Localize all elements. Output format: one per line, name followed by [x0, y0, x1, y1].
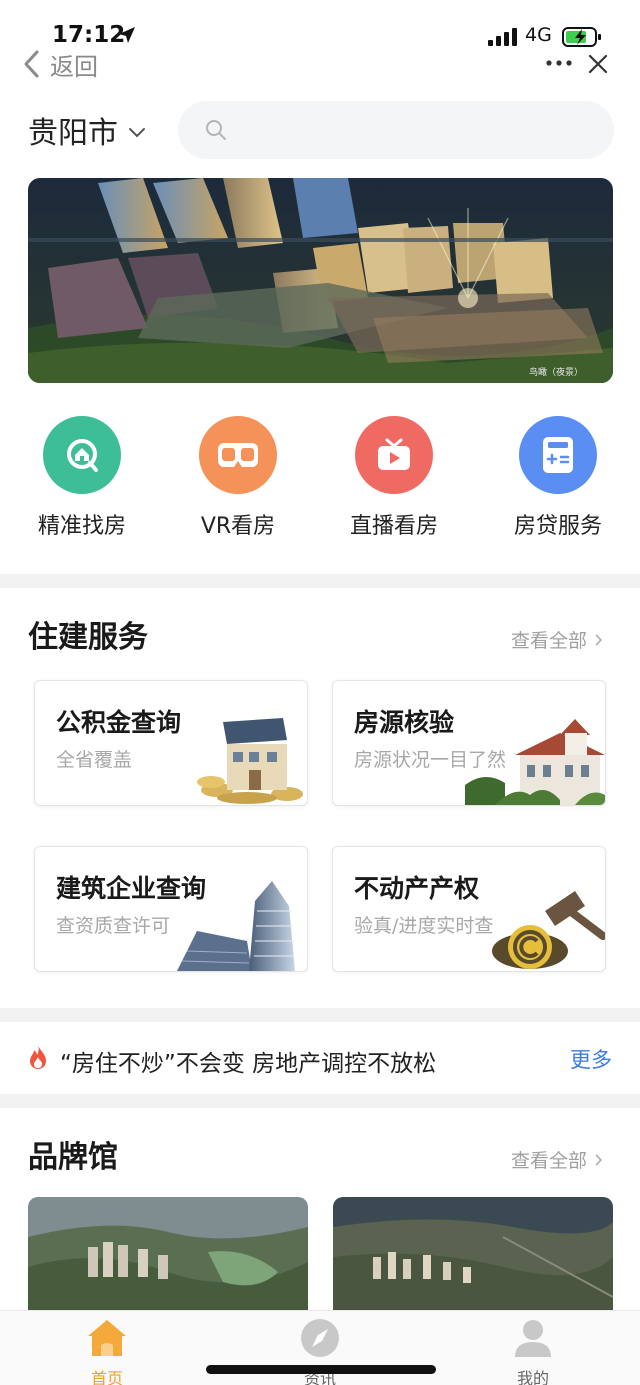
house-search-icon [43, 416, 121, 494]
view-all-label: 查看全部 [511, 630, 588, 652]
card-title: 公积金查询 [56, 708, 182, 737]
quick-entry-loan[interactable]: 房贷服务 [483, 416, 633, 540]
tab-label: 我的 [516, 1369, 549, 1385]
brand-project-photo[interactable] [333, 1197, 613, 1317]
city-name: 贵阳市 [28, 116, 118, 151]
battery-charging-icon [562, 27, 601, 47]
card-listing-verification[interactable]: 房源核验 房源状况一目了然 [332, 680, 606, 806]
quick-entry-label: 房贷服务 [513, 514, 602, 539]
location-arrow-icon [119, 27, 135, 43]
villa-image [465, 719, 605, 805]
card-title: 房源核验 [354, 708, 455, 737]
tab-profile[interactable]: 我的 [478, 1317, 588, 1385]
close-icon[interactable] [586, 52, 610, 76]
search-input[interactable] [242, 111, 592, 149]
search-bar[interactable] [178, 101, 614, 159]
chevron-right-icon [595, 633, 603, 646]
quick-entry-precise-search[interactable]: 精准找房 [7, 416, 157, 540]
tab-label: 首页 [90, 1369, 123, 1385]
signal-icon [488, 28, 517, 46]
status-time: 17:12 [52, 22, 126, 48]
section-title-brand: 品牌馆 [28, 1140, 118, 1175]
section-divider [0, 574, 640, 588]
view-all-label: 查看全部 [511, 1150, 588, 1172]
chevron-down-icon [129, 128, 145, 138]
card-provident-fund[interactable]: 公积金查询 全省覆盖 [34, 680, 308, 806]
skyscraper-image [177, 881, 295, 971]
banner-caption: 鸟瞰（夜景） [528, 368, 583, 378]
house-coins-icon [197, 718, 303, 804]
tv-play-icon [355, 416, 433, 494]
card-subtitle: 查资质查许可 [56, 915, 171, 937]
back-button[interactable]: 返回 [22, 48, 98, 81]
card-property-rights[interactable]: 不动产产权 验真/进度实时查 [332, 846, 606, 972]
status-bar: 17:12 4G [0, 0, 640, 48]
news-more-link[interactable]: 更多 [570, 1044, 612, 1074]
view-all-housing[interactable]: 查看全部 [511, 626, 603, 653]
section-divider [0, 1008, 640, 1022]
city-selector[interactable]: 贵阳市 [28, 108, 146, 152]
vr-goggles-icon [199, 416, 277, 494]
calculator-icon [519, 416, 597, 494]
compass-icon [301, 1319, 339, 1357]
chevron-right-icon [595, 1153, 603, 1166]
home-icon [88, 1320, 126, 1356]
card-subtitle: 全省覆盖 [56, 749, 133, 771]
network-type: 4G [525, 24, 552, 46]
quick-entry-live[interactable]: 直播看房 [319, 416, 469, 540]
quick-entry-label: 直播看房 [349, 514, 438, 539]
brand-photo-image [333, 1197, 613, 1317]
section-divider [0, 1094, 640, 1108]
gavel-copyright-icon [492, 891, 605, 969]
search-icon [206, 120, 226, 140]
quick-entries: 精准找房 VR看房 直播看房 房贷服务 [0, 416, 640, 546]
tab-home[interactable]: 首页 [52, 1317, 162, 1385]
quick-entry-label: 精准找房 [37, 514, 126, 539]
more-options-icon[interactable] [544, 52, 574, 74]
news-ticker[interactable]: “房住不炒”不会变 房地产调控不放松 更多 [0, 1022, 640, 1094]
home-indicator [206, 1365, 436, 1374]
promo-banner[interactable]: 鸟瞰（夜景） [28, 178, 613, 383]
back-label: 返回 [50, 52, 98, 81]
news-headline: “房住不炒”不会变 房地产调控不放松 [60, 1051, 437, 1077]
user-icon [515, 1320, 551, 1357]
tab-news[interactable]: 资讯 [265, 1317, 375, 1385]
chevron-left-icon [24, 50, 39, 78]
brand-photo-image [28, 1197, 308, 1317]
banner-image [28, 178, 613, 383]
card-subtitle: 验真/进度实时查 [354, 915, 494, 937]
card-title: 不动产产权 [354, 874, 480, 903]
view-all-brand[interactable]: 查看全部 [511, 1146, 603, 1173]
card-construction-enterprise[interactable]: 建筑企业查询 查资质查许可 [34, 846, 308, 972]
brand-project-photo[interactable] [28, 1197, 308, 1317]
section-title-housing: 住建服务 [28, 620, 148, 655]
quick-entry-vr[interactable]: VR看房 [163, 416, 313, 540]
fire-icon [30, 1045, 46, 1069]
quick-entry-label: VR看房 [200, 514, 276, 539]
